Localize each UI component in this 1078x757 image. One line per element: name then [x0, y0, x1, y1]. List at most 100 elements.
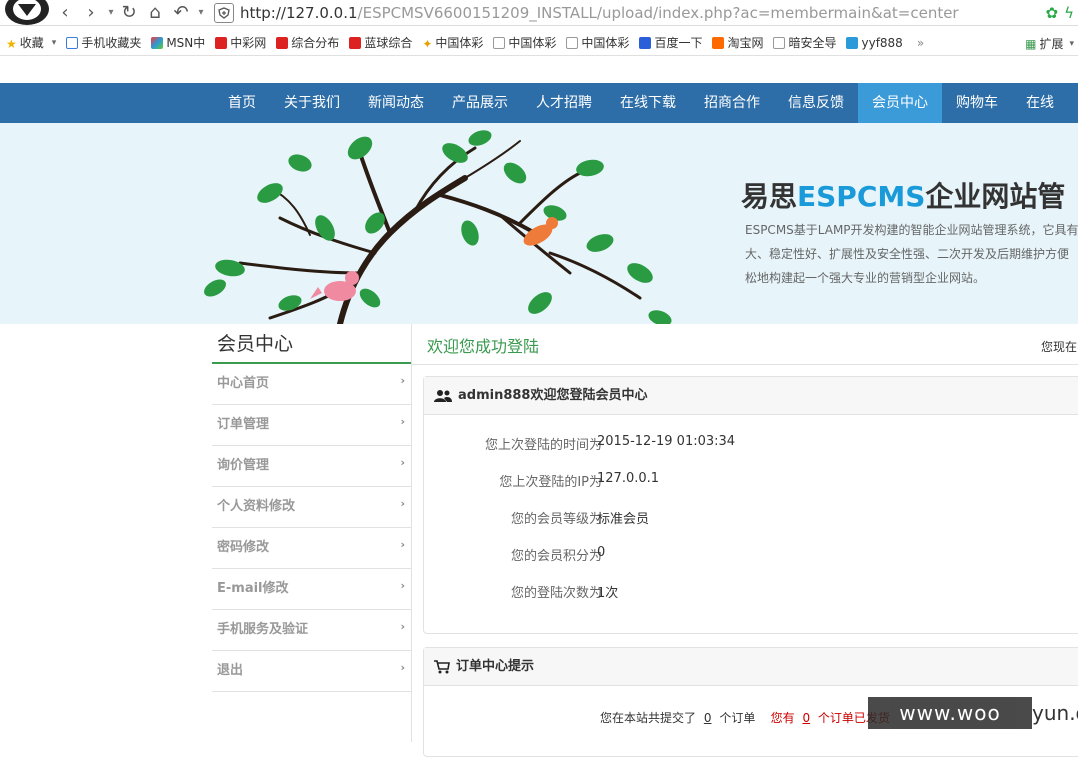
banner-title: 易思ESPCMS企业网站管 — [741, 175, 1065, 215]
bookmark-item[interactable]: 暗安全导 — [773, 34, 836, 51]
welcome-panel: admin888欢迎您登陆会员中心 您上次登陆的时间为 2015-12-19 0… — [423, 376, 1078, 634]
nav-item-feedback[interactable]: 信息反馈 — [774, 83, 858, 123]
lightning-icon[interactable]: ϟ — [1064, 4, 1074, 22]
site-nav: 首页 关于我们 新闻动态 产品展示 人才招聘 在线下载 招商合作 信息反馈 会员… — [0, 83, 1078, 123]
bookmark-item[interactable]: 手机收藏夹 — [66, 34, 141, 51]
star-icon: ★ — [6, 36, 17, 51]
sidebar-item-profile[interactable]: 个人资料修改 › — [212, 487, 411, 528]
url-field[interactable]: http://127.0.0.1/ESPCMSV6600151209_INSTA… — [240, 4, 959, 22]
welcome-heading: admin888欢迎您登陆会员中心 — [458, 387, 648, 403]
chevron-right-icon: › — [400, 620, 405, 633]
extensions-button[interactable]: ▦ 扩展 ▾ — [1025, 35, 1074, 52]
phone-icon — [66, 36, 79, 49]
info-label: 您的会员等级为 — [510, 512, 602, 527]
baidu-icon — [639, 36, 652, 49]
cart-icon — [434, 659, 450, 674]
bookmark-item[interactable]: yyf888 — [846, 35, 903, 50]
bookmark-item[interactable]: 综合分布 — [276, 34, 339, 51]
sidebar-item-home[interactable]: 中心首页 › — [212, 364, 411, 405]
nav-item-news[interactable]: 新闻动态 — [354, 83, 438, 123]
nav-item-online[interactable]: 在线 — [1012, 83, 1068, 123]
shipped-count-link[interactable]: 0 — [802, 711, 810, 725]
info-row-last-login-ip: 您上次登陆的IP为 127.0.0.1 — [424, 471, 1078, 491]
sidebar-item-label: 密码修改 — [217, 540, 270, 555]
info-row-member-level: 您的会员等级为 标准会员 — [424, 508, 1078, 528]
browser-address-bar: ‹ › ▾ ↻ ⌂ ↶ ▾ http://127.0.0.1/ESPCMSV66… — [0, 0, 1078, 26]
bookmark-item[interactable]: ✦ 中国体彩 — [422, 34, 483, 51]
order-heading: 订单中心提示 — [456, 658, 535, 674]
page-title: 欢迎您成功登陆 — [427, 337, 540, 356]
banner-desc-line: 大、稳定性好、扩展性及安全性强、二次开发及后期维护方便 — [745, 247, 1070, 261]
home-icon[interactable]: ⌂ — [144, 2, 166, 24]
bookmark-label: 收藏 — [19, 36, 44, 50]
nav-item-products[interactable]: 产品展示 — [438, 83, 522, 123]
undo-dropdown-icon[interactable]: ▾ — [196, 2, 206, 24]
nav-item-jobs[interactable]: 人才招聘 — [522, 83, 606, 123]
chevron-right-icon: › — [400, 497, 405, 510]
sports-lottery-icon: ✦ — [422, 36, 433, 51]
info-row-last-login-time: 您上次登陆的时间为 2015-12-19 01:03:34 — [424, 434, 1078, 454]
bookmark-label: 中国体彩 — [508, 36, 557, 50]
welcome-panel-header: admin888欢迎您登陆会员中心 — [424, 377, 1078, 415]
bookmarks-bar: ★ 收藏 ▾ 手机收藏夹 MSN中 中彩网 综合分布 蓝球综合 ✦ 中国体彩 中国… — [0, 30, 1078, 56]
undo-icon[interactable]: ↶ — [170, 2, 192, 24]
nav-item-about[interactable]: 关于我们 — [270, 83, 354, 123]
member-sidebar: 会员中心 中心首页 › 订单管理 › 询价管理 › 个人资料修改 › 密码修改 › E-m… — [212, 324, 411, 692]
chevron-right-icon: › — [400, 456, 405, 469]
breadcrumb: 您现在 — [1041, 340, 1078, 354]
order-count-link[interactable]: 0 — [704, 711, 712, 725]
bookmark-item[interactable]: 百度一下 — [639, 34, 702, 51]
info-label: 您的登陆次数为 — [510, 586, 602, 601]
sidebar-item-inquiry[interactable]: 询价管理 › — [212, 446, 411, 487]
back-icon[interactable]: ‹ — [54, 2, 76, 24]
nav-item-member[interactable]: 会员中心 — [858, 83, 942, 123]
order-panel-header: 订单中心提示 — [424, 648, 1078, 686]
banner-title-brand: ESPCMS — [797, 180, 926, 213]
order-text: 个订单 — [719, 711, 756, 725]
banner-title-suffix: 企业网站管 — [925, 180, 1066, 213]
page-icon — [773, 36, 786, 49]
sidebar-item-label: 退出 — [217, 663, 244, 678]
forward-dropdown-icon[interactable]: ▾ — [106, 2, 116, 24]
msn-icon — [151, 36, 164, 49]
nav-item-business[interactable]: 招商合作 — [690, 83, 774, 123]
bookmark-item[interactable]: 中国体彩 — [566, 34, 629, 51]
bookmarks-more-icon[interactable]: » — [917, 36, 924, 50]
bookmark-label: MSN中 — [166, 36, 206, 50]
sidebar-title: 会员中心 — [212, 324, 411, 364]
bookmark-item[interactable]: 中国体彩 — [493, 34, 556, 51]
bookmark-item[interactable]: 中彩网 — [215, 34, 266, 51]
sidebar-item-label: 中心首页 — [217, 376, 270, 391]
watermark: www.woo — [868, 697, 1032, 729]
security-shield-icon[interactable] — [214, 2, 234, 23]
sidebar-item-label: E-mail修改 — [217, 581, 289, 596]
bookmark-item[interactable]: 蓝球综合 — [349, 34, 412, 51]
lottery-icon — [349, 36, 362, 49]
sidebar-item-email[interactable]: E-mail修改 › — [212, 569, 411, 610]
nav-item-home[interactable]: 首页 — [214, 83, 270, 123]
bookmark-label: 中国体彩 — [581, 36, 630, 50]
users-icon — [434, 389, 452, 403]
nav-item-download[interactable]: 在线下载 — [606, 83, 690, 123]
nav-item-cart[interactable]: 购物车 — [942, 83, 1012, 123]
refresh-green-icon[interactable]: ✿ — [1046, 4, 1059, 22]
bookmark-label: 手机收藏夹 — [81, 36, 142, 50]
reload-icon[interactable]: ↻ — [118, 2, 140, 24]
ct-icon — [846, 36, 859, 49]
sidebar-item-password[interactable]: 密码修改 › — [212, 528, 411, 569]
bookmark-label: 蓝球综合 — [364, 36, 413, 50]
sidebar-item-orders[interactable]: 订单管理 › — [212, 405, 411, 446]
sidebar-item-mobile[interactable]: 手机服务及验证 › — [212, 610, 411, 651]
forward-icon[interactable]: › — [80, 2, 102, 24]
bookmark-item[interactable]: 淘宝网 — [712, 34, 763, 51]
sidebar-item-logout[interactable]: 退出 › — [212, 651, 411, 692]
taobao-icon — [712, 36, 725, 49]
sidebar-divider — [411, 324, 412, 742]
bookmark-label: 暗安全导 — [788, 36, 837, 50]
bookmark-label: yyf888 — [861, 35, 903, 50]
bookmark-favorites[interactable]: ★ 收藏 ▾ — [6, 34, 56, 51]
banner-title-prefix: 易思 — [741, 180, 798, 213]
chevron-down-icon: ▾ — [51, 37, 57, 48]
bookmark-item[interactable]: MSN中 — [151, 34, 205, 51]
sidebar-item-label: 订单管理 — [217, 417, 270, 432]
